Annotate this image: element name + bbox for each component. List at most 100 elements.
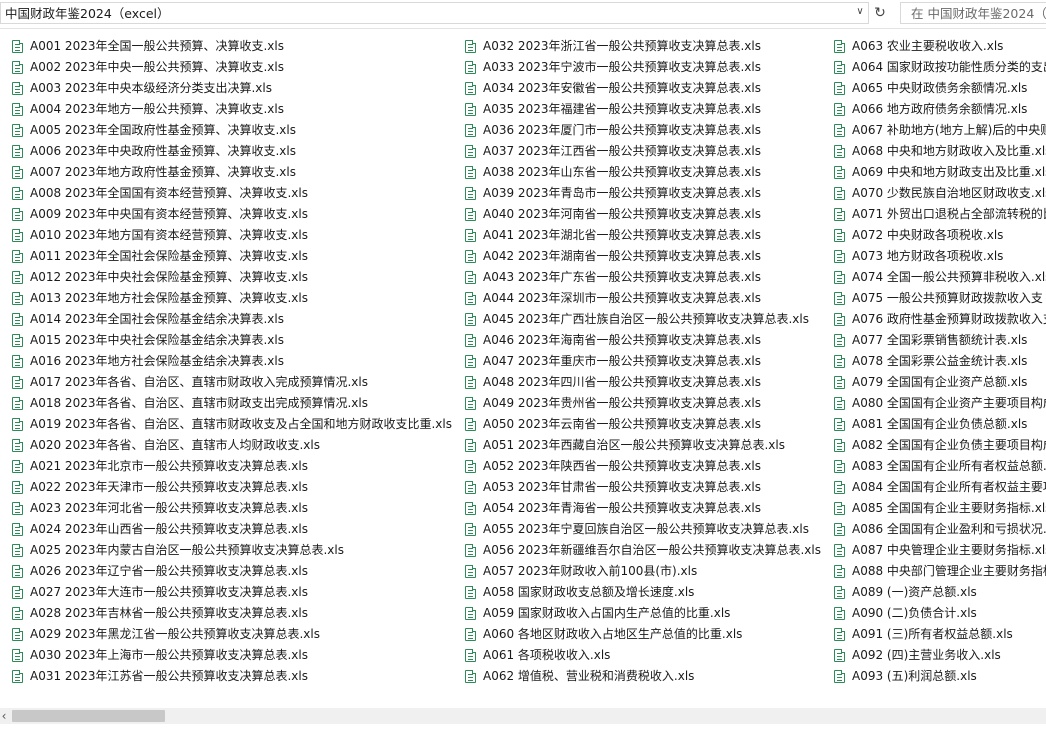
file-item[interactable]: A082 全国国有企业负债主要项目构成 bbox=[834, 435, 1046, 456]
file-item[interactable]: A004 2023年地方一般公共预算、决算收支.xls bbox=[12, 99, 452, 120]
file-item[interactable]: A057 2023年财政收入前100县(市).xls bbox=[465, 561, 821, 582]
file-item[interactable]: A027 2023年大连市一般公共预算收支决算总表.xls bbox=[12, 582, 452, 603]
file-item[interactable]: A078 全国彩票公益金统计表.xls bbox=[834, 351, 1046, 372]
file-item[interactable]: A066 地方政府债务余额情况.xls bbox=[834, 99, 1046, 120]
file-item[interactable]: A060 各地区财政收入占地区生产总值的比重.xls bbox=[465, 624, 821, 645]
file-item[interactable]: A015 2023年中央社会保险基金结余决算表.xls bbox=[12, 330, 452, 351]
file-item[interactable]: A065 中央财政债务余额情况.xls bbox=[834, 78, 1046, 99]
file-item[interactable]: A055 2023年宁夏回族自治区一般公共预算收支决算总表.xls bbox=[465, 519, 821, 540]
chevron-left-icon[interactable]: ‹ bbox=[0, 708, 8, 724]
file-item[interactable]: A030 2023年上海市一般公共预算收支决算总表.xls bbox=[12, 645, 452, 666]
file-item[interactable]: A020 2023年各省、自治区、直辖市人均财政收支.xls bbox=[12, 435, 452, 456]
file-item[interactable]: A007 2023年地方政府性基金预算、决算收支.xls bbox=[12, 162, 452, 183]
file-item[interactable]: A091 (三)所有者权益总额.xls bbox=[834, 624, 1046, 645]
file-item[interactable]: A051 2023年西藏自治区一般公共预算收支决算总表.xls bbox=[465, 435, 821, 456]
refresh-icon[interactable]: ↻ bbox=[872, 2, 888, 24]
chevron-down-icon[interactable]: ∨ bbox=[853, 4, 867, 20]
file-item[interactable]: A001 2023年全国一般公共预算、决算收支.xls bbox=[12, 36, 452, 57]
file-item[interactable]: A077 全国彩票销售额统计表.xls bbox=[834, 330, 1046, 351]
file-item[interactable]: A067 补助地方(地方上解)后的中央财 bbox=[834, 120, 1046, 141]
file-item[interactable]: A022 2023年天津市一般公共预算收支决算总表.xls bbox=[12, 477, 452, 498]
file-item[interactable]: A038 2023年山东省一般公共预算收支决算总表.xls bbox=[465, 162, 821, 183]
file-item[interactable]: A090 (二)负债合计.xls bbox=[834, 603, 1046, 624]
file-item[interactable]: A011 2023年全国社会保险基金预算、决算收支.xls bbox=[12, 246, 452, 267]
file-item[interactable]: A052 2023年陕西省一般公共预算收支决算总表.xls bbox=[465, 456, 821, 477]
horizontal-scrollbar[interactable]: ‹ bbox=[0, 708, 1046, 724]
file-item[interactable]: A093 (五)利润总额.xls bbox=[834, 666, 1046, 687]
file-item[interactable]: A024 2023年山西省一般公共预算收支决算总表.xls bbox=[12, 519, 452, 540]
file-item[interactable]: A026 2023年辽宁省一般公共预算收支决算总表.xls bbox=[12, 561, 452, 582]
file-item[interactable]: A002 2023年中央一般公共预算、决算收支.xls bbox=[12, 57, 452, 78]
file-item[interactable]: A059 国家财政收入占国内生产总值的比重.xls bbox=[465, 603, 821, 624]
file-item[interactable]: A085 全国国有企业主要财务指标.xls bbox=[834, 498, 1046, 519]
file-item[interactable]: A056 2023年新疆维吾尔自治区一般公共预算收支决算总表.xls bbox=[465, 540, 821, 561]
file-item[interactable]: A080 全国国有企业资产主要项目构成 bbox=[834, 393, 1046, 414]
file-item[interactable]: A013 2023年地方社会保险基金预算、决算收支.xls bbox=[12, 288, 452, 309]
file-item[interactable]: A074 全国一般公共预算非税收入.xls bbox=[834, 267, 1046, 288]
file-item[interactable]: A064 国家财政按功能性质分类的支出 bbox=[834, 57, 1046, 78]
file-item[interactable]: A029 2023年黑龙江省一般公共预算收支决算总表.xls bbox=[12, 624, 452, 645]
file-item[interactable]: A008 2023年全国国有资本经营预算、决算收支.xls bbox=[12, 183, 452, 204]
file-item[interactable]: A036 2023年厦门市一般公共预算收支决算总表.xls bbox=[465, 120, 821, 141]
file-item[interactable]: A010 2023年地方国有资本经营预算、决算收支.xls bbox=[12, 225, 452, 246]
file-item[interactable]: A050 2023年云南省一般公共预算收支决算总表.xls bbox=[465, 414, 821, 435]
file-item[interactable]: A037 2023年江西省一般公共预算收支决算总表.xls bbox=[465, 141, 821, 162]
file-item[interactable]: A019 2023年各省、自治区、直辖市财政收支及占全国和地方财政收支比重.xl… bbox=[12, 414, 452, 435]
file-item[interactable]: A009 2023年中央国有资本经营预算、决算收支.xls bbox=[12, 204, 452, 225]
file-item[interactable]: A069 中央和地方财政支出及比重.xls bbox=[834, 162, 1046, 183]
file-item[interactable]: A021 2023年北京市一般公共预算收支决算总表.xls bbox=[12, 456, 452, 477]
file-item[interactable]: A047 2023年重庆市一般公共预算收支决算总表.xls bbox=[465, 351, 821, 372]
file-item[interactable]: A003 2023年中央本级经济分类支出决算.xls bbox=[12, 78, 452, 99]
file-item[interactable]: A016 2023年地方社会保险基金结余决算表.xls bbox=[12, 351, 452, 372]
file-item[interactable]: A088 中央部门管理企业主要财务指标 bbox=[834, 561, 1046, 582]
file-item[interactable]: A040 2023年河南省一般公共预算收支决算总表.xls bbox=[465, 204, 821, 225]
search-input[interactable]: 在 中国财政年鉴2024（excel）中搜索 bbox=[900, 2, 1046, 24]
file-item[interactable]: A035 2023年福建省一般公共预算收支决算总表.xls bbox=[465, 99, 821, 120]
file-item[interactable]: A084 全国国有企业所有者权益主要项 bbox=[834, 477, 1046, 498]
file-item[interactable]: A031 2023年江苏省一般公共预算收支决算总表.xls bbox=[12, 666, 452, 687]
file-item[interactable]: A061 各项税收收入.xls bbox=[465, 645, 821, 666]
file-item[interactable]: A062 增值税、营业税和消费税收入.xls bbox=[465, 666, 821, 687]
file-item[interactable]: A044 2023年深圳市一般公共预算收支决算总表.xls bbox=[465, 288, 821, 309]
file-item[interactable]: A049 2023年贵州省一般公共预算收支决算总表.xls bbox=[465, 393, 821, 414]
file-item[interactable]: A087 中央管理企业主要财务指标.xls bbox=[834, 540, 1046, 561]
file-item[interactable]: A033 2023年宁波市一般公共预算收支决算总表.xls bbox=[465, 57, 821, 78]
file-item[interactable]: A045 2023年广西壮族自治区一般公共预算收支决算总表.xls bbox=[465, 309, 821, 330]
file-item[interactable]: A025 2023年内蒙古自治区一般公共预算收支决算总表.xls bbox=[12, 540, 452, 561]
file-item[interactable]: A070 少数民族自治地区财政收支.xls bbox=[834, 183, 1046, 204]
file-item[interactable]: A075 一般公共预算财政拨款收入支 bbox=[834, 288, 1046, 309]
file-item[interactable]: A092 (四)主营业务收入.xls bbox=[834, 645, 1046, 666]
file-item[interactable]: A017 2023年各省、自治区、直辖市财政收入完成预算情况.xls bbox=[12, 372, 452, 393]
file-item[interactable]: A046 2023年海南省一般公共预算收支决算总表.xls bbox=[465, 330, 821, 351]
file-item[interactable]: A006 2023年中央政府性基金预算、决算收支.xls bbox=[12, 141, 452, 162]
file-item[interactable]: A086 全国国有企业盈利和亏损状况.xl bbox=[834, 519, 1046, 540]
file-item[interactable]: A032 2023年浙江省一般公共预算收支决算总表.xls bbox=[465, 36, 821, 57]
file-item[interactable]: A068 中央和地方财政收入及比重.xls bbox=[834, 141, 1046, 162]
file-item[interactable]: A071 外贸出口退税占全部流转税的比 bbox=[834, 204, 1046, 225]
file-item[interactable]: A042 2023年湖南省一般公共预算收支决算总表.xls bbox=[465, 246, 821, 267]
file-item[interactable]: A058 国家财政收支总额及增长速度.xls bbox=[465, 582, 821, 603]
file-item[interactable]: A054 2023年青海省一般公共预算收支决算总表.xls bbox=[465, 498, 821, 519]
file-item[interactable]: A005 2023年全国政府性基金预算、决算收支.xls bbox=[12, 120, 452, 141]
file-item[interactable]: A063 农业主要税收收入.xls bbox=[834, 36, 1046, 57]
file-item[interactable]: A048 2023年四川省一般公共预算收支决算总表.xls bbox=[465, 372, 821, 393]
file-item[interactable]: A014 2023年全国社会保险基金结余决算表.xls bbox=[12, 309, 452, 330]
file-item[interactable]: A076 政府性基金预算财政拨款收入支 bbox=[834, 309, 1046, 330]
file-item[interactable]: A012 2023年中央社会保险基金预算、决算收支.xls bbox=[12, 267, 452, 288]
file-item[interactable]: A053 2023年甘肃省一般公共预算收支决算总表.xls bbox=[465, 477, 821, 498]
file-item[interactable]: A081 全国国有企业负债总额.xls bbox=[834, 414, 1046, 435]
file-item[interactable]: A041 2023年湖北省一般公共预算收支决算总表.xls bbox=[465, 225, 821, 246]
file-item[interactable]: A034 2023年安徽省一般公共预算收支决算总表.xls bbox=[465, 78, 821, 99]
file-item[interactable]: A023 2023年河北省一般公共预算收支决算总表.xls bbox=[12, 498, 452, 519]
file-item[interactable]: A079 全国国有企业资产总额.xls bbox=[834, 372, 1046, 393]
file-item[interactable]: A039 2023年青岛市一般公共预算收支决算总表.xls bbox=[465, 183, 821, 204]
file-item[interactable]: A073 地方财政各项税收.xls bbox=[834, 246, 1046, 267]
file-item[interactable]: A043 2023年广东省一般公共预算收支决算总表.xls bbox=[465, 267, 821, 288]
file-item[interactable]: A072 中央财政各项税收.xls bbox=[834, 225, 1046, 246]
scrollbar-thumb[interactable] bbox=[12, 710, 165, 722]
file-item[interactable]: A028 2023年吉林省一般公共预算收支决算总表.xls bbox=[12, 603, 452, 624]
address-bar[interactable]: 中国财政年鉴2024（excel） bbox=[0, 2, 869, 24]
file-item[interactable]: A083 全国国有企业所有者权益总额.x bbox=[834, 456, 1046, 477]
file-item[interactable]: A018 2023年各省、自治区、直辖市财政支出完成预算情况.xls bbox=[12, 393, 452, 414]
file-item[interactable]: A089 (一)资产总额.xls bbox=[834, 582, 1046, 603]
